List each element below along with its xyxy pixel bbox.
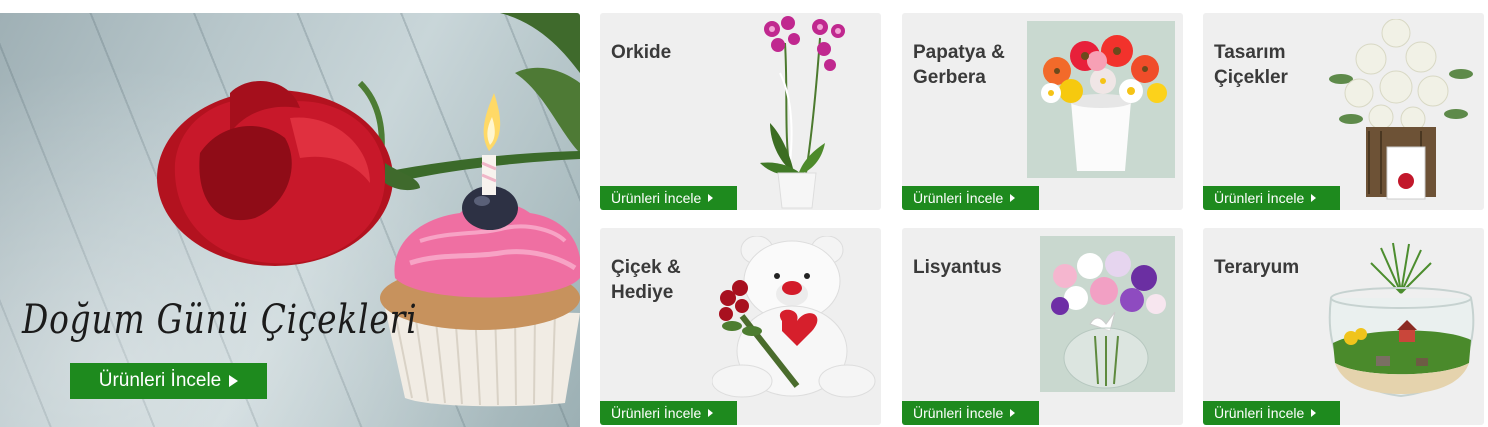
play-triangle-icon xyxy=(229,375,239,387)
category-title: Lisyantus xyxy=(913,257,1002,278)
terrarium-image xyxy=(1328,242,1475,398)
play-triangle-icon xyxy=(1010,194,1016,202)
play-triangle-icon xyxy=(1010,409,1016,417)
hero-banner[interactable]: Doğum Günü Çiçekleri Ürünleri İncele xyxy=(0,13,580,427)
category-browse-button[interactable]: Ürünleri İncele xyxy=(600,186,737,210)
play-triangle-icon xyxy=(708,409,714,417)
category-title: Papatya & Gerbera xyxy=(913,42,1005,88)
hero-browse-button[interactable]: Ürünleri İncele xyxy=(70,363,267,399)
lisianthus-bouquet-image xyxy=(1040,236,1175,392)
category-browse-button[interactable]: Ürünleri İncele xyxy=(600,401,737,425)
button-label: Ürünleri İncele xyxy=(913,405,1004,421)
category-browse-button[interactable]: Ürünleri İncele xyxy=(902,401,1039,425)
category-card-papatya-gerbera[interactable]: Papatya & Gerbera Ürünleri İncele xyxy=(902,13,1183,210)
button-label: Ürünleri İncele xyxy=(1214,190,1305,206)
hero-title: Doğum Günü Çiçekleri xyxy=(22,297,418,343)
orchid-image xyxy=(760,16,845,209)
button-label: Ürünleri İncele xyxy=(611,190,702,206)
button-label: Ürünleri İncele xyxy=(1214,405,1305,421)
button-label: Ürünleri İncele xyxy=(913,190,1004,206)
category-title: Çiçek & Hediye xyxy=(611,257,681,303)
hero-button-label: Ürünleri İncele xyxy=(98,370,222,391)
category-card-cicek-hediye[interactable]: Çiçek & Hediye Ürünleri İncele xyxy=(600,228,881,425)
play-triangle-icon xyxy=(708,194,714,202)
category-title: Orkide xyxy=(611,42,672,63)
teddy-bear-roses-image xyxy=(712,236,876,398)
category-card-tasarim-cicekler[interactable]: Tasarım Çiçekler Ürünleri İncele xyxy=(1203,13,1484,210)
button-label: Ürünleri İncele xyxy=(611,405,702,421)
category-browse-button[interactable]: Ürünleri İncele xyxy=(1203,401,1340,425)
play-triangle-icon xyxy=(1311,409,1317,417)
daisy-gerbera-image xyxy=(1027,21,1175,178)
category-card-lisyantus[interactable]: Lisyantus Ürünleri İncele xyxy=(902,228,1183,425)
rose-wood-vase-image xyxy=(1329,19,1473,200)
category-card-orkide[interactable]: Orkide Ürünleri İncele xyxy=(600,13,881,210)
category-browse-button[interactable]: Ürünleri İncele xyxy=(1203,186,1340,210)
category-title: Teraryum xyxy=(1214,257,1300,278)
play-triangle-icon xyxy=(1311,194,1317,202)
category-title: Tasarım Çiçekler xyxy=(1214,42,1288,88)
category-browse-button[interactable]: Ürünleri İncele xyxy=(902,186,1039,210)
category-card-teraryum[interactable]: Teraryum Ürünleri İncele xyxy=(1203,228,1484,425)
